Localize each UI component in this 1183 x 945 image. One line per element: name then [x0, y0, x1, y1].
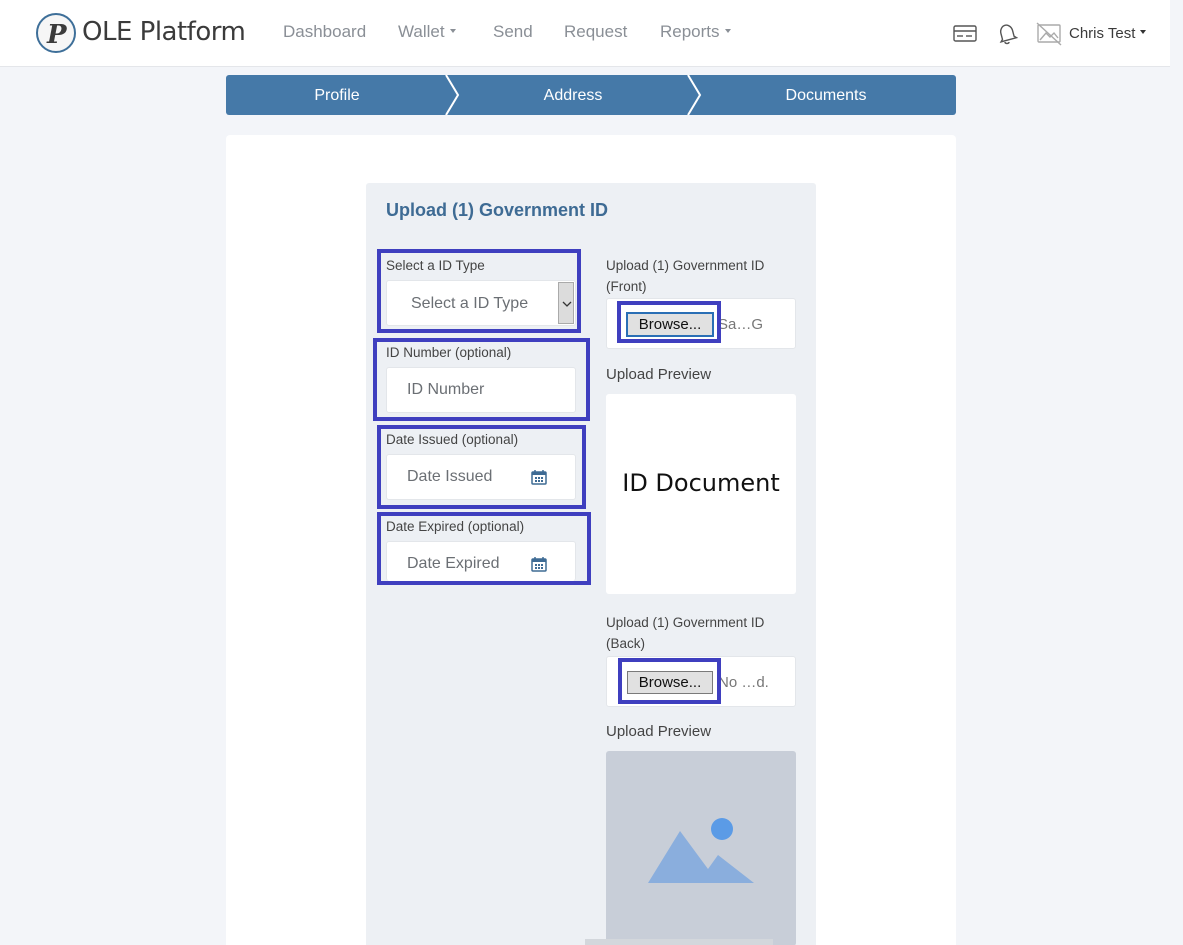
calendar-icon[interactable]	[531, 556, 547, 572]
nav-request-label: Request	[564, 22, 628, 41]
step-documents[interactable]: Documents	[702, 75, 950, 115]
date-issued-label: Date Issued (optional)	[386, 432, 519, 447]
step-label: Profile	[314, 87, 360, 104]
top-navbar: P OLE Platform Dashboard Wallet Send Req…	[0, 0, 1170, 67]
front-preview-text: ID Document	[622, 469, 780, 497]
nav-send-label: Send	[493, 22, 533, 41]
id-number-label: ID Number (optional)	[386, 345, 512, 360]
upload-back-label-line2: (Back)	[606, 636, 646, 651]
nav-dashboard-label: Dashboard	[283, 22, 367, 41]
image-placeholder-icon	[648, 818, 754, 883]
date-expired-placeholder: Date Expired	[407, 555, 500, 572]
front-file-name: Sa…G	[718, 316, 764, 333]
chevron-down-icon	[449, 28, 456, 33]
user-menu[interactable]: Chris Test	[1069, 25, 1147, 42]
browse-back-button[interactable]: Browse...	[627, 671, 713, 694]
date-issued-placeholder: Date Issued	[407, 468, 493, 485]
nav-reports-label: Reports	[660, 22, 720, 41]
chevron-down-icon	[724, 28, 731, 33]
brand-name[interactable]: OLE Platform	[82, 17, 246, 47]
id-type-select[interactable]: Select a ID Type	[386, 280, 576, 326]
card-icon[interactable]	[953, 24, 977, 49]
nav-dashboard[interactable]: Dashboard	[283, 22, 366, 42]
svg-text:P: P	[46, 20, 68, 50]
front-preview-label: Upload Preview	[606, 366, 712, 383]
step-label: Documents	[785, 87, 867, 104]
chevron-down-icon[interactable]	[558, 282, 574, 324]
upload-back-label: Upload (1) Government ID (Back)	[606, 612, 764, 654]
browse-front-button[interactable]: Browse...	[626, 312, 714, 337]
date-expired-label: Date Expired (optional)	[386, 519, 525, 534]
step-label: Address	[543, 87, 603, 104]
id-type-selected-value: Select a ID Type	[411, 295, 529, 312]
nav-request[interactable]: Request	[564, 22, 627, 42]
section-title: Upload (1) Government ID	[386, 200, 609, 220]
back-file-name: No …d.	[718, 674, 769, 691]
step-profile[interactable]: Profile	[226, 75, 448, 115]
horizontal-scrollbar[interactable]	[585, 939, 773, 945]
step-address[interactable]: Address	[458, 75, 688, 115]
nav-reports[interactable]: Reports	[660, 22, 731, 42]
calendar-icon[interactable]	[531, 469, 547, 485]
date-expired-input[interactable]: Date Expired	[386, 541, 576, 581]
avatar[interactable]	[1036, 22, 1062, 51]
upload-front-label: Upload (1) Government ID (Front)	[606, 255, 764, 297]
front-preview-image: ID Document	[606, 394, 796, 594]
upload-front-file-input[interactable]: Browse... Sa…G	[606, 298, 796, 349]
bell-icon[interactable]	[996, 22, 1019, 51]
logo-icon[interactable]: P	[36, 13, 76, 53]
back-preview-label: Upload Preview	[606, 723, 712, 740]
user-name: Chris Test	[1069, 25, 1136, 42]
progress-stepper: Profile Address Documents	[226, 75, 956, 115]
back-preview-placeholder	[606, 751, 796, 945]
nav-wallet[interactable]: Wallet	[398, 22, 456, 42]
id-number-input[interactable]: ID Number	[386, 367, 576, 413]
upload-front-label-line2: (Front)	[606, 279, 647, 294]
id-type-label: Select a ID Type	[386, 258, 485, 273]
nav-send[interactable]: Send	[493, 22, 533, 42]
chevron-down-icon	[1140, 30, 1147, 35]
upload-back-label-line1: Upload (1) Government ID	[606, 615, 765, 630]
upload-front-label-line1: Upload (1) Government ID	[606, 258, 765, 273]
nav-wallet-label: Wallet	[398, 22, 445, 41]
date-issued-input[interactable]: Date Issued	[386, 454, 576, 500]
upload-back-file-input[interactable]: Browse... No …d.	[606, 656, 796, 707]
id-number-placeholder: ID Number	[407, 381, 485, 398]
